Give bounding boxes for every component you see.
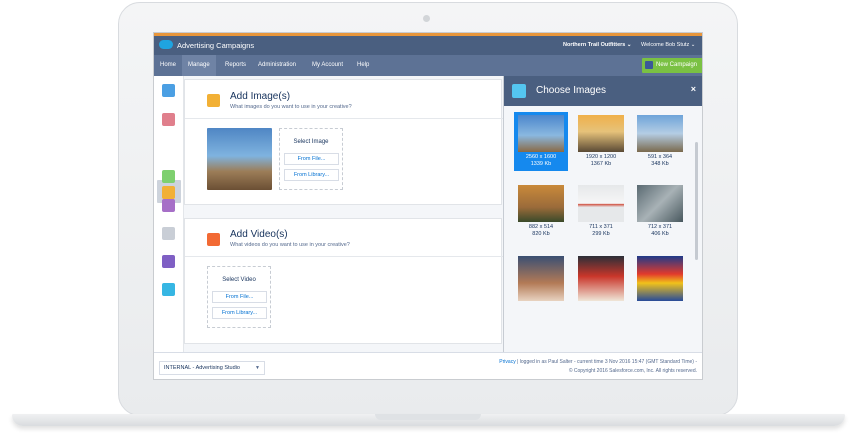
image-dimensions: 882 x 514 (528, 224, 554, 230)
webcam (423, 15, 430, 22)
campaign-icon[interactable] (162, 186, 175, 199)
add-images-card: Add Image(s) What images do you want to … (184, 79, 503, 205)
image-from-file-button[interactable]: From File... (284, 153, 339, 165)
image-dimensions: 2560 x 1600 (525, 154, 557, 160)
image-thumbnail[interactable]: 1920 x 1200 1367 Kb (574, 112, 628, 171)
thumbnail-image (637, 115, 683, 152)
thumbnail-image (637, 185, 683, 222)
new-campaign-label: New Campaign (656, 62, 698, 68)
salesforce-cloud-icon[interactable] (159, 40, 173, 49)
image-thumbnail[interactable]: 591 x 364 348 Kb (633, 112, 687, 171)
new-campaign-button[interactable]: New Campaign (642, 58, 702, 73)
top-header: Advertising Campaigns Northern Trail Out… (154, 33, 702, 55)
info-icon[interactable] (162, 283, 175, 296)
thumbnail-image (637, 256, 683, 301)
login-text: | logged in as Paul Salter - current tim… (515, 359, 697, 365)
camera-icon (512, 84, 526, 98)
app-screen: Advertising Campaigns Northern Trail Out… (153, 32, 703, 380)
add-videos-subtitle: What videos do you want to use in your c… (230, 242, 350, 248)
chevron-down-icon: ⌄ (690, 42, 696, 48)
image-thumbnail[interactable]: 2560 x 1600 1339 Kb (514, 112, 568, 171)
thumbnail-image (578, 115, 624, 152)
image-grid: 2560 x 1600 1339 Kb 1920 x 1200 1367 Kb … (504, 106, 702, 352)
image-thumbnail[interactable] (633, 253, 687, 303)
image-dimensions: 591 x 364 (647, 154, 673, 160)
image-thumbnail[interactable] (574, 253, 628, 303)
flag-icon[interactable] (162, 84, 175, 97)
thumbnail-image (578, 256, 624, 301)
laptop-notch (375, 414, 481, 420)
org-name: Northern Trail Outfitters (563, 42, 626, 48)
video-icon (207, 233, 220, 246)
image-size: 348 Kb (651, 161, 669, 167)
chevron-down-icon: ▼ (255, 365, 260, 371)
tab-home[interactable]: Home (154, 55, 182, 76)
selected-image-preview (207, 128, 272, 190)
thumbnail-image (518, 256, 564, 301)
left-icon-rail (154, 76, 184, 352)
chat-icon[interactable] (162, 170, 175, 183)
camera-icon (207, 94, 220, 107)
panel-title: Choose Images (536, 85, 607, 96)
divider (185, 256, 503, 257)
select-video-box: Select Video From File... From Library..… (207, 266, 271, 328)
contact-icon[interactable] (162, 113, 175, 126)
image-thumbnail[interactable]: 712 x 371 406 Kb (633, 182, 687, 241)
thumbnail-image (518, 115, 564, 152)
business-unit-value: INTERNAL - Advertising Studio (164, 365, 240, 371)
image-dimensions: 711 x 371 (589, 224, 613, 230)
chevron-down-icon: ⌄ (626, 42, 632, 48)
image-thumbnail[interactable]: 711 x 371 299 Kb (574, 182, 628, 241)
panel-scrollbar[interactable] (695, 142, 698, 260)
image-dimensions: 1920 x 1200 (585, 154, 617, 160)
image-thumbnail[interactable] (514, 253, 568, 303)
tab-administration[interactable]: Administration (252, 55, 302, 76)
video-from-file-button[interactable]: From File... (212, 291, 267, 303)
settings-icon[interactable] (162, 255, 175, 268)
tab-reports[interactable]: Reports (219, 55, 252, 76)
image-size: 1367 Kb (590, 161, 612, 167)
select-image-box: Select Image From File... From Library..… (279, 128, 343, 190)
panel-header: Choose Images × (504, 76, 702, 106)
divider (185, 118, 503, 119)
tab-manage[interactable]: Manage (182, 55, 216, 76)
tab-my-account[interactable]: My Account (306, 55, 349, 76)
choose-images-panel: Choose Images × 2560 x 1600 1339 Kb 1920… (503, 76, 702, 352)
add-videos-card: Add Video(s) What videos do you want to … (184, 218, 503, 344)
laptop-frame: Advertising Campaigns Northern Trail Out… (0, 0, 857, 447)
add-images-subtitle: What images do you want to use in your c… (230, 104, 352, 110)
thumbnail-image (518, 185, 564, 222)
image-from-library-button[interactable]: From Library... (284, 169, 339, 181)
copyright: © Copyright 2016 Salesforce.com, Inc. Al… (568, 368, 697, 374)
image-thumbnail[interactable]: 882 x 514 820 Kb (514, 182, 568, 241)
welcome-text: Welcome Bob Stutz (641, 42, 690, 48)
video-from-library-button[interactable]: From Library... (212, 307, 267, 319)
clock-icon[interactable] (162, 199, 175, 212)
select-image-label: Select Image (293, 139, 329, 145)
add-images-title: Add Image(s) (230, 91, 291, 102)
app-title: Advertising Campaigns (177, 41, 255, 50)
close-icon[interactable]: × (691, 84, 696, 94)
facebook-icon (645, 61, 653, 69)
org-switcher[interactable]: Northern Trail Outfitters ⌄ (563, 42, 631, 48)
image-size: 820 Kb (532, 231, 550, 237)
image-size: 299 Kb (592, 231, 610, 237)
thumbnail-image (578, 185, 624, 222)
tab-help[interactable]: Help (351, 55, 375, 76)
app-footer: INTERNAL - Advertising Studio ▼ Privacy … (154, 352, 702, 379)
privacy-link[interactable]: Privacy (499, 359, 515, 365)
business-unit-select[interactable]: INTERNAL - Advertising Studio ▼ (159, 361, 265, 375)
image-size: 406 Kb (651, 231, 669, 237)
image-size: 1339 Kb (530, 161, 552, 167)
main-nav: Home Manage Reports Administration My Ac… (154, 55, 702, 76)
select-video-label: Select Video (222, 277, 256, 283)
login-info: Privacy | logged in as Paul Salter - cur… (499, 359, 697, 365)
add-videos-title: Add Video(s) (230, 229, 288, 240)
user-menu[interactable]: Welcome Bob Stutz ⌄ (641, 42, 695, 48)
image-dimensions: 712 x 371 (647, 224, 673, 230)
link-icon[interactable] (162, 227, 175, 240)
